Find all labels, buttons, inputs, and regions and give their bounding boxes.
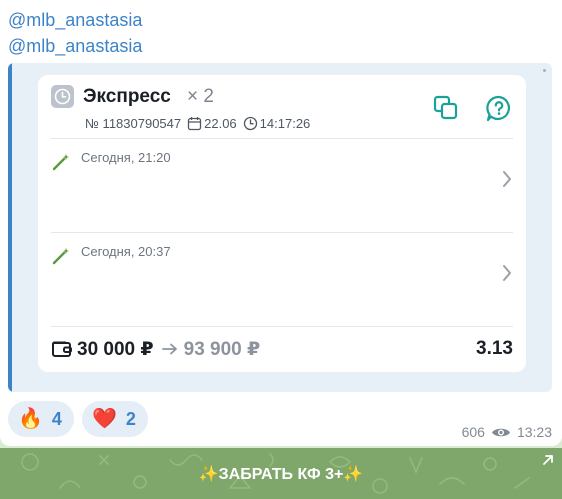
claim-button-label: ✨ЗАБРАТЬ КФ 3+✨ — [198, 465, 364, 483]
corner-dot — [543, 69, 546, 72]
view-count: 606 — [461, 424, 485, 440]
quote-bar — [8, 63, 12, 392]
sent-time: 13:23 — [516, 424, 552, 440]
reaction-count: 4 — [51, 408, 62, 429]
arrow-right-icon — [161, 343, 177, 355]
mention-link[interactable]: @mlb_anastasia — [8, 10, 142, 30]
wand-icon — [52, 154, 69, 171]
bet-title: Экспресс — [83, 86, 171, 107]
chevron-right-icon — [503, 171, 511, 187]
payout-amount: 93 900 ₽ — [183, 338, 261, 360]
stake-amount: 30 000 ₽ — [77, 338, 154, 360]
wand-icon — [52, 248, 69, 265]
heart-icon: ❤️ — [92, 408, 117, 430]
chevron-right-icon — [503, 265, 511, 281]
bet-count: × 2 — [187, 86, 214, 107]
divider — [51, 326, 513, 327]
bet-date: 22.06 — [204, 116, 237, 131]
event-time: Сегодня, 21:20 — [81, 150, 171, 165]
fire-icon: 🔥 — [18, 408, 43, 430]
message-bubble: @mlb_anastasia @mlb_anastasia Экспресс ×… — [0, 0, 562, 446]
clock-small-icon — [243, 116, 257, 131]
divider — [51, 232, 513, 233]
bet-number: № 11830790547 — [85, 116, 182, 131]
bet-time: 14:17:26 — [259, 116, 311, 131]
mention-link[interactable]: @mlb_anastasia — [8, 36, 142, 56]
reaction-fire[interactable]: 🔥 4 — [8, 401, 74, 437]
reaction-heart[interactable]: ❤️ 2 — [82, 401, 148, 437]
wallet-icon — [52, 341, 72, 357]
message-meta: 606 13:23 — [462, 424, 552, 440]
bet-summary: 30 000 ₽ 93 900 ₽ 3.13 — [51, 337, 513, 361]
eye-icon — [491, 428, 510, 436]
clock-icon — [51, 85, 74, 108]
help-icon[interactable] — [486, 95, 512, 122]
reaction-count: 2 — [125, 408, 136, 429]
divider — [51, 138, 513, 139]
bet-card-image[interactable]: Экспресс × 2 № 11830790547 22.06 14:17:2… — [8, 63, 552, 392]
calendar-icon — [187, 117, 202, 131]
event-row[interactable]: Сегодня, 21:20 — [51, 150, 513, 240]
bet-slip: Экспресс × 2 № 11830790547 22.06 14:17:2… — [38, 75, 526, 372]
event-row[interactable]: Сегодня, 20:37 — [51, 244, 513, 334]
copy-icon[interactable] — [433, 95, 459, 121]
bet-meta: № 11830790547 22.06 14:17:26 — [85, 116, 310, 131]
external-link-icon — [543, 455, 553, 465]
total-odds: 3.13 — [476, 338, 513, 359]
claim-button[interactable]: ✨ЗАБРАТЬ КФ 3+✨ — [0, 448, 562, 499]
event-time: Сегодня, 20:37 — [81, 244, 171, 259]
